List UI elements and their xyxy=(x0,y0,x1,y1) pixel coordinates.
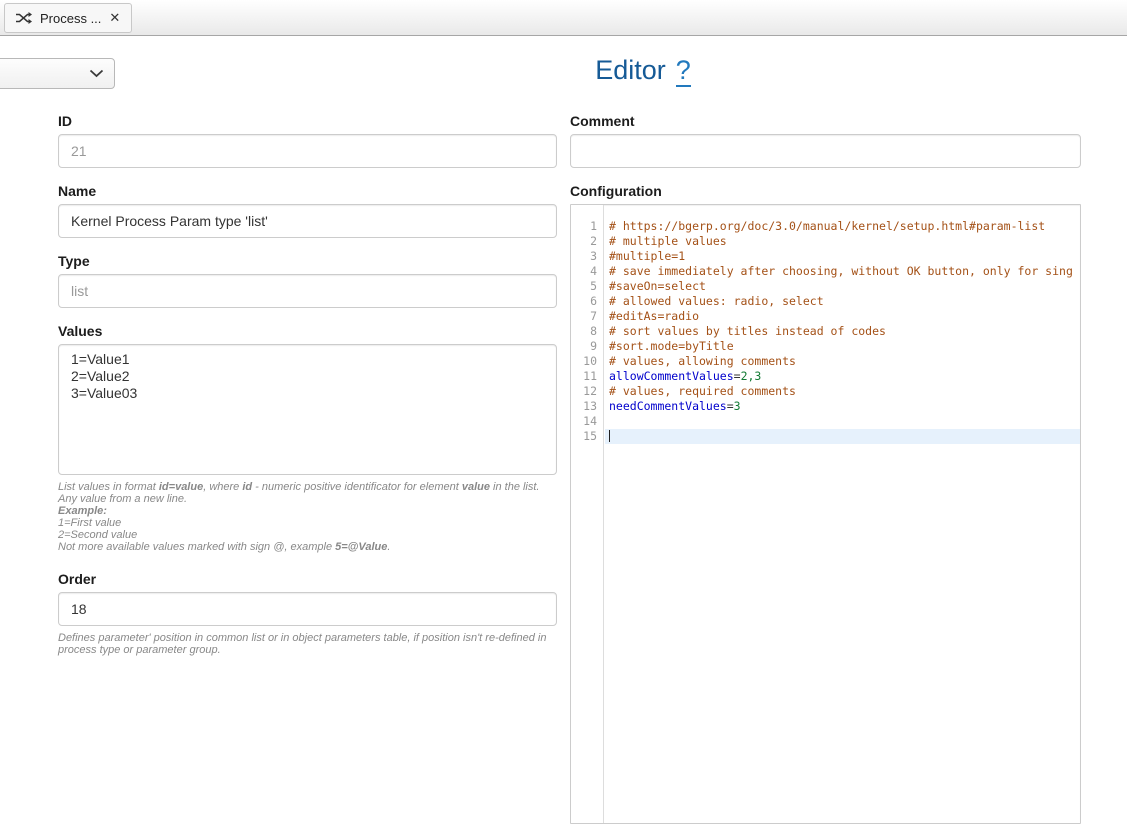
line-number: 10 xyxy=(571,354,603,369)
comment-label: Comment xyxy=(570,113,1081,129)
line-number: 8 xyxy=(571,324,603,339)
tab-process[interactable]: Process ... ✕ xyxy=(4,3,132,33)
code-line[interactable] xyxy=(605,429,1080,444)
code-line[interactable]: needCommentValues=3 xyxy=(605,399,1080,414)
code-line[interactable]: #sort.mode=byTitle xyxy=(605,339,1080,354)
code-line[interactable]: # save immediately after choosing, witho… xyxy=(605,264,1080,279)
tab-label: Process ... xyxy=(40,11,101,26)
field-group-values: Values 1=Value1 2=Value2 3=Value03 List … xyxy=(58,323,557,553)
name-label: Name xyxy=(58,183,557,199)
line-number: 6 xyxy=(571,294,603,309)
code-area[interactable]: # https://bgerp.org/doc/3.0/manual/kerne… xyxy=(605,205,1080,823)
type-input[interactable] xyxy=(58,274,557,308)
field-group-id: ID xyxy=(58,113,557,168)
code-line[interactable]: # sort values by titles instead of codes xyxy=(605,324,1080,339)
code-line[interactable]: # values, required comments xyxy=(605,384,1080,399)
title-text: Editor xyxy=(595,55,666,85)
line-number: 15 xyxy=(571,429,603,444)
type-label: Type xyxy=(58,253,557,269)
name-input[interactable] xyxy=(58,204,557,238)
order-help-text: Defines parameter' position in common li… xyxy=(58,632,557,656)
tab-bar: Process ... ✕ xyxy=(0,0,1127,36)
values-label: Values xyxy=(58,323,557,339)
line-number: 12 xyxy=(571,384,603,399)
line-number: 11 xyxy=(571,369,603,384)
code-line[interactable]: # allowed values: radio, select xyxy=(605,294,1080,309)
line-number: 5 xyxy=(571,279,603,294)
values-help-text: List values in format id=value, where id… xyxy=(58,481,557,553)
line-number: 3 xyxy=(571,249,603,264)
field-group-order: Order Defines parameter' position in com… xyxy=(58,571,557,656)
field-group-type: Type xyxy=(58,253,557,308)
code-line[interactable] xyxy=(605,414,1080,429)
field-group-configuration: Configuration 123456789101112131415 # ht… xyxy=(570,183,1081,824)
line-number: 9 xyxy=(571,339,603,354)
code-line[interactable]: allowCommentValues=2,3 xyxy=(605,369,1080,384)
line-number: 2 xyxy=(571,234,603,249)
code-line[interactable]: # multiple values xyxy=(605,234,1080,249)
code-line[interactable]: #multiple=1 xyxy=(605,249,1080,264)
form-right-column: Comment Configuration 123456789101112131… xyxy=(570,113,1081,839)
code-line[interactable]: #editAs=radio xyxy=(605,309,1080,324)
page-title: Editor? xyxy=(0,55,1127,86)
text-cursor xyxy=(609,430,610,442)
configuration-code-editor[interactable]: 123456789101112131415 # https://bgerp.or… xyxy=(570,204,1081,824)
code-line[interactable]: # https://bgerp.org/doc/3.0/manual/kerne… xyxy=(605,219,1080,234)
help-link[interactable]: ? xyxy=(676,55,691,87)
line-number: 1 xyxy=(571,219,603,234)
line-number: 7 xyxy=(571,309,603,324)
line-number: 4 xyxy=(571,264,603,279)
order-input[interactable] xyxy=(58,592,557,626)
values-textarea[interactable]: 1=Value1 2=Value2 3=Value03 xyxy=(58,344,557,475)
field-group-comment: Comment xyxy=(570,113,1081,168)
order-label: Order xyxy=(58,571,557,587)
code-line[interactable]: # values, allowing comments xyxy=(605,354,1080,369)
line-number: 13 xyxy=(571,399,603,414)
form-left-column: ID Name Type Values 1=Value1 2=Value2 3=… xyxy=(58,113,557,674)
id-input[interactable] xyxy=(58,134,557,168)
code-line[interactable]: #saveOn=select xyxy=(605,279,1080,294)
configuration-label: Configuration xyxy=(570,183,1081,199)
id-label: ID xyxy=(58,113,557,129)
tab-close-icon[interactable]: ✕ xyxy=(108,10,121,26)
line-number-gutter: 123456789101112131415 xyxy=(571,205,604,823)
line-number: 14 xyxy=(571,414,603,429)
shuffle-icon xyxy=(15,11,33,25)
comment-input[interactable] xyxy=(570,134,1081,168)
field-group-name: Name xyxy=(58,183,557,238)
